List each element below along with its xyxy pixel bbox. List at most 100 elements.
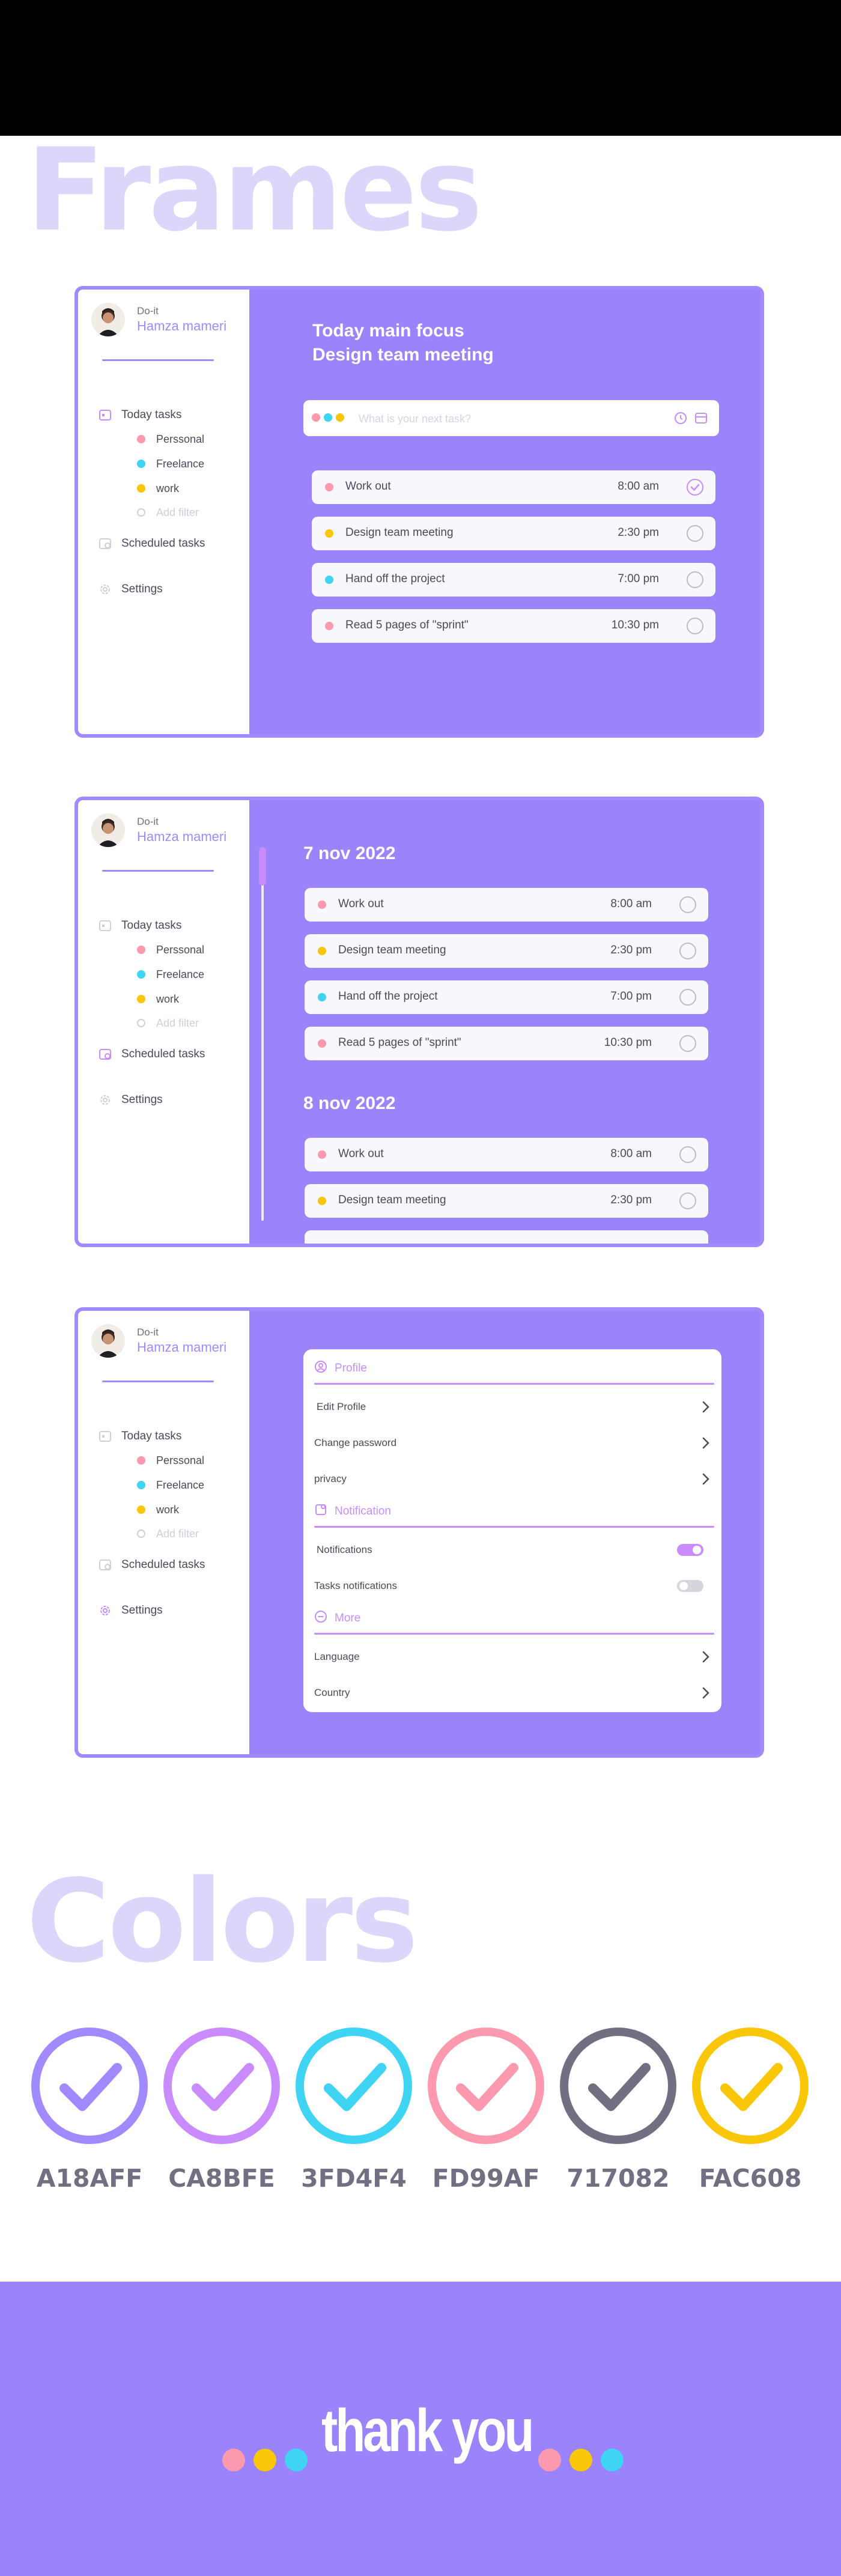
filter-label: Perssonal xyxy=(156,1454,205,1466)
edit-profile-row[interactable]: Edit Profile xyxy=(314,1395,714,1419)
notifications-row[interactable]: Notifications xyxy=(314,1538,714,1562)
frames-heading: Frames xyxy=(26,124,482,257)
swatch-check-icon xyxy=(294,2026,414,2146)
task-row[interactable]: Read 5 pages of "sprint" 10:30 pm xyxy=(305,1027,708,1060)
sidebar-item-label: Today tasks xyxy=(121,1430,182,1442)
footer-banner: thank you xyxy=(0,2282,841,2576)
sidebar-item-label: Scheduled tasks xyxy=(121,1048,205,1060)
task-row[interactable]: Design team meeting 2:30 pm xyxy=(305,934,708,968)
app-name: Do-it xyxy=(137,1326,159,1338)
calendar-icon[interactable] xyxy=(694,411,708,428)
filter-freelance[interactable]: Freelance xyxy=(137,456,204,472)
sidebar-item-settings[interactable]: Settings xyxy=(99,1091,163,1109)
task-checkbox[interactable] xyxy=(679,1146,696,1163)
task-label: Hand off the project xyxy=(345,573,445,585)
filter-work[interactable]: work xyxy=(137,481,179,496)
filter-freelance[interactable]: Freelance xyxy=(137,967,204,982)
privacy-row[interactable]: privacy xyxy=(314,1467,714,1491)
avatar xyxy=(91,1324,125,1358)
section-more: More xyxy=(314,1610,360,1627)
add-filter-button[interactable]: Add filter xyxy=(137,1526,199,1542)
sidebar-item-today-tasks[interactable]: Today tasks xyxy=(99,406,181,424)
new-task-input[interactable] xyxy=(357,407,636,430)
filter-dot xyxy=(137,460,145,468)
tasks-notifications-toggle[interactable] xyxy=(677,1580,703,1592)
country-row[interactable]: Country xyxy=(314,1681,714,1705)
task-time: 2:30 pm xyxy=(610,1194,652,1206)
sidebar-item-label: Settings xyxy=(121,583,163,595)
task-row[interactable]: Hand off the project 7:00 pm xyxy=(305,980,708,1014)
filter-work[interactable]: work xyxy=(137,1502,179,1517)
calendar-icon xyxy=(99,1430,112,1443)
task-row[interactable]: Design team meeting 2:30 pm xyxy=(305,1184,708,1218)
swatch-check-icon xyxy=(29,2026,150,2146)
scrollbar-thumb[interactable] xyxy=(259,847,266,886)
sidebar-divider xyxy=(102,1381,214,1382)
section-divider xyxy=(314,1633,714,1635)
task-checkbox[interactable] xyxy=(679,1035,696,1052)
task-time: 10:30 pm xyxy=(604,1036,652,1049)
sidebar-item-today-tasks[interactable]: Today tasks xyxy=(99,917,181,935)
task-checkbox[interactable] xyxy=(679,943,696,959)
section-profile: Profile xyxy=(314,1360,367,1377)
task-label: Read 5 pages of "sprint" xyxy=(338,1036,461,1049)
task-checkbox[interactable] xyxy=(679,989,696,1006)
swatch-check-icon xyxy=(558,2026,678,2146)
swatch-label: FAC608 xyxy=(699,2164,802,2193)
task-time: 2:30 pm xyxy=(618,526,659,539)
task-row[interactable]: Work out 8:00 am xyxy=(305,1138,708,1171)
task-label: Design team meeting xyxy=(345,526,454,539)
filter-dot xyxy=(137,995,145,1003)
swatch-check-icon xyxy=(690,2026,810,2146)
sidebar-item-scheduled-tasks[interactable]: Scheduled tasks xyxy=(99,1556,205,1574)
more-icon xyxy=(314,1610,327,1627)
add-filter-label: Add filter xyxy=(156,1527,199,1540)
sidebar-item-settings[interactable]: Settings xyxy=(99,1602,163,1620)
add-filter-button[interactable]: Add filter xyxy=(137,505,199,520)
add-filter-button[interactable]: Add filter xyxy=(137,1015,199,1031)
sidebar-item-today-tasks[interactable]: Today tasks xyxy=(99,1427,181,1445)
task-checkbox[interactable] xyxy=(687,525,703,542)
swatch-label: FD99AF xyxy=(432,2164,540,2193)
sidebar-item-label: Settings xyxy=(121,1093,163,1106)
language-row[interactable]: Language xyxy=(314,1645,714,1669)
task-row-partial[interactable] xyxy=(305,1230,708,1244)
scrollbar-track[interactable] xyxy=(261,848,264,1221)
filter-personal[interactable]: Perssonal xyxy=(137,942,204,958)
sidebar-item-settings[interactable]: Settings xyxy=(99,580,163,598)
task-checkbox[interactable] xyxy=(687,479,703,496)
tasks-notifications-row[interactable]: Tasks notifications xyxy=(314,1574,714,1598)
filter-dot xyxy=(137,435,145,443)
task-row[interactable]: Work out 8:00 am xyxy=(312,470,715,504)
filter-dot xyxy=(137,1456,145,1465)
notifications-toggle[interactable] xyxy=(677,1544,703,1556)
task-checkbox[interactable] xyxy=(687,571,703,588)
task-label: Hand off the project xyxy=(338,990,438,1003)
task-row[interactable]: Hand off the project 7:00 pm xyxy=(312,563,715,597)
filter-dot xyxy=(137,946,145,954)
sidebar-item-scheduled-tasks[interactable]: Scheduled tasks xyxy=(99,535,205,553)
filter-personal[interactable]: Perssonal xyxy=(137,431,204,447)
section-divider xyxy=(314,1526,714,1528)
clock-icon[interactable] xyxy=(673,411,688,428)
task-time: 7:00 pm xyxy=(610,990,652,1003)
task-row[interactable]: Read 5 pages of "sprint" 10:30 pm xyxy=(312,609,715,643)
filter-label: Perssonal xyxy=(156,943,205,956)
calendar-clock-icon xyxy=(99,1048,112,1061)
sidebar-item-label: Scheduled tasks xyxy=(121,1558,205,1571)
filter-dot xyxy=(137,1505,145,1514)
settings-card: Profile Edit Profile Change password pri… xyxy=(303,1349,721,1712)
task-row[interactable]: Design team meeting 2:30 pm xyxy=(312,517,715,550)
sidebar-item-scheduled-tasks[interactable]: Scheduled tasks xyxy=(99,1045,205,1063)
filter-work[interactable]: work xyxy=(137,991,179,1007)
change-password-row[interactable]: Change password xyxy=(314,1431,714,1455)
task-checkbox[interactable] xyxy=(679,1192,696,1209)
task-checkbox[interactable] xyxy=(679,896,696,913)
task-checkbox[interactable] xyxy=(687,618,703,634)
filter-personal[interactable]: Perssonal xyxy=(137,1453,204,1468)
filter-freelance[interactable]: Freelance xyxy=(137,1477,204,1493)
filter-dot xyxy=(137,484,145,493)
chevron-right-icon xyxy=(697,1435,714,1451)
task-row[interactable]: Work out 8:00 am xyxy=(305,888,708,922)
section-label: Notification xyxy=(335,1505,391,1517)
